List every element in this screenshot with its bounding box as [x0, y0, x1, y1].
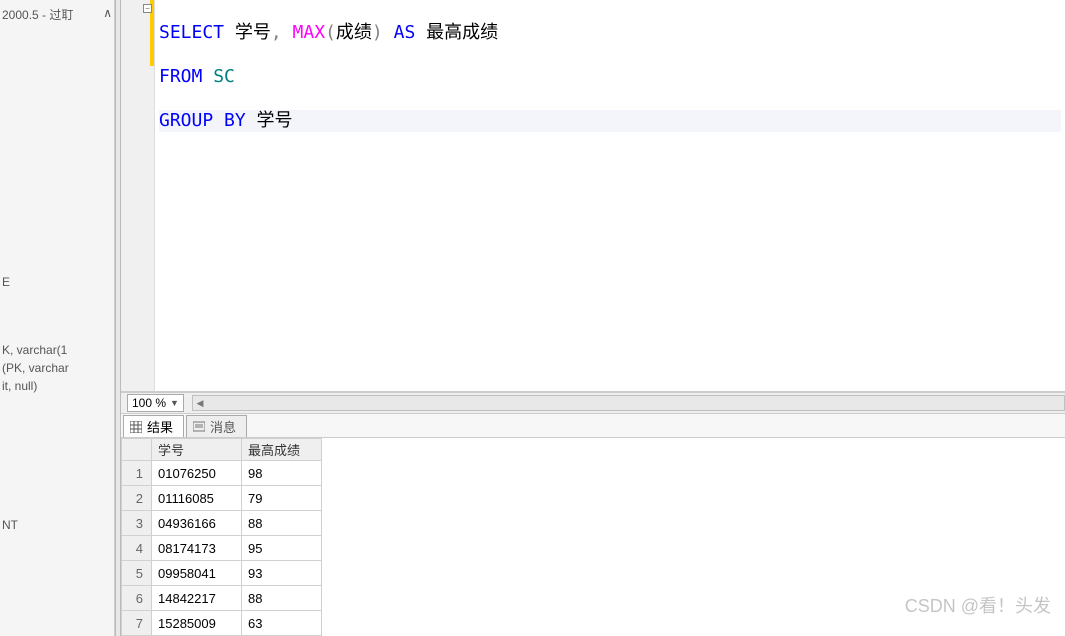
row-number: 7 [122, 611, 152, 636]
keyword-select: SELECT [159, 22, 224, 43]
scroll-left-icon[interactable]: ◀ [193, 396, 207, 410]
sidebar-tree-fragment: E K, varchar(1 (PK, varchar it, null) [2, 273, 112, 395]
results-pane[interactable]: 学号 最高成绩 1 01076250 98 2 01116085 79 [121, 438, 1065, 636]
cell-score[interactable]: 88 [242, 586, 322, 611]
results-tabs-bar: 结果 消息 [121, 414, 1065, 438]
tab-messages-label: 消息 [210, 417, 236, 436]
results-table[interactable]: 学号 最高成绩 1 01076250 98 2 01116085 79 [121, 438, 322, 636]
column-header-id[interactable]: 学号 [152, 439, 242, 461]
keyword-from: FROM [159, 66, 202, 87]
scroll-up-icon[interactable]: ∧ [103, 6, 112, 20]
zoom-select[interactable]: 100 % ▼ [127, 394, 184, 412]
keyword-as: AS [383, 22, 416, 43]
chevron-down-icon: ▼ [170, 398, 179, 408]
grid-icon [130, 421, 142, 433]
function-max: MAX [282, 22, 325, 43]
fold-toggle-icon[interactable]: − [143, 4, 152, 13]
cell-score[interactable]: 88 [242, 511, 322, 536]
row-number: 3 [122, 511, 152, 536]
row-number: 2 [122, 486, 152, 511]
row-number: 5 [122, 561, 152, 586]
message-icon [193, 421, 205, 433]
tab-results[interactable]: 结果 [123, 415, 184, 437]
horizontal-scrollbar[interactable]: ◀ [192, 395, 1065, 411]
editor-gutter: − [121, 0, 155, 391]
table-row[interactable]: 3 04936166 88 [122, 511, 322, 536]
column-header-score[interactable]: 最高成绩 [242, 439, 322, 461]
cell-id[interactable]: 08174173 [152, 536, 242, 561]
cell-id[interactable]: 04936166 [152, 511, 242, 536]
code-area[interactable]: SELECT 学号, MAX(成绩) AS 最高成绩 FROM SC GROUP… [155, 0, 1065, 391]
table-row[interactable]: 6 14842217 88 [122, 586, 322, 611]
table-row[interactable]: 2 01116085 79 [122, 486, 322, 511]
cell-id[interactable]: 14842217 [152, 586, 242, 611]
row-number: 1 [122, 461, 152, 486]
sidebar-bottom-text: NT [2, 518, 18, 532]
table-row[interactable]: 4 08174173 95 [122, 536, 322, 561]
sidebar-top-text: 2000.5 - 过耵 ∧ [2, 4, 112, 25]
table-row[interactable]: 1 01076250 98 [122, 461, 322, 486]
cell-score[interactable]: 95 [242, 536, 322, 561]
cell-score[interactable]: 93 [242, 561, 322, 586]
cell-score[interactable]: 98 [242, 461, 322, 486]
cell-id[interactable]: 01076250 [152, 461, 242, 486]
zoom-scrollbar-row: 100 % ▼ ◀ [121, 392, 1065, 414]
sql-editor-pane[interactable]: − SELECT 学号, MAX(成绩) AS 最高成绩 FROM SC GRO… [121, 0, 1065, 392]
table-row[interactable]: 7 15285009 63 [122, 611, 322, 636]
cell-id[interactable]: 15285009 [152, 611, 242, 636]
sidebar-panel: 2000.5 - 过耵 ∧ E K, varchar(1 (PK, varcha… [0, 0, 115, 636]
row-number: 6 [122, 586, 152, 611]
cell-score[interactable]: 79 [242, 486, 322, 511]
keyword-group-by: GROUP BY [159, 110, 246, 131]
tab-messages[interactable]: 消息 [186, 415, 247, 437]
table-corner [122, 439, 152, 461]
cell-score[interactable]: 63 [242, 611, 322, 636]
cell-id[interactable]: 01116085 [152, 486, 242, 511]
cell-id[interactable]: 09958041 [152, 561, 242, 586]
table-row[interactable]: 5 09958041 93 [122, 561, 322, 586]
row-number: 4 [122, 536, 152, 561]
tab-results-label: 结果 [147, 417, 173, 436]
table-name: SC [202, 66, 235, 87]
